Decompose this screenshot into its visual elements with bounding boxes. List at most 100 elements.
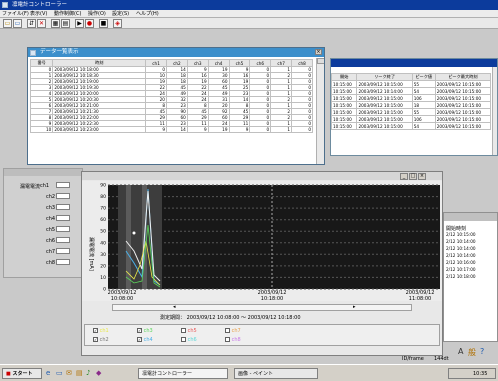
status-text: ID/frame	[402, 356, 424, 362]
column-header[interactable]: ch5	[228, 59, 251, 67]
legend-item-ch5[interactable]: ch5	[181, 328, 197, 334]
menu-control[interactable]: 動作制御(C)	[54, 11, 81, 17]
connect-icon[interactable]: ⇵	[27, 19, 36, 28]
column-header[interactable]: ch2	[165, 59, 188, 67]
quick-launch-app-icon[interactable]: ◆	[96, 369, 101, 377]
column-header[interactable]: ch1	[145, 59, 167, 67]
ch5-label: ch5	[46, 227, 56, 233]
data-list-scrollbar[interactable]	[316, 58, 324, 164]
taskbar: ■ スタート e ▭ ✉ ▤ ♪ ◆ 凛電計コントローラー 画像 - ペイント …	[0, 364, 498, 381]
legend-item-ch6[interactable]: ch6	[181, 337, 197, 343]
open-icon[interactable]: ▭	[3, 19, 12, 28]
ch6-field[interactable]	[56, 237, 70, 243]
task-controller[interactable]: 凛電計コントローラー	[138, 368, 228, 379]
maximize-icon[interactable]: □	[409, 173, 417, 180]
ch4-field[interactable]	[56, 215, 70, 221]
dictionary-icon[interactable]: 般	[468, 347, 476, 358]
minimize-icon[interactable]: _	[400, 173, 408, 180]
menu-operation[interactable]: 操作(O)	[88, 11, 106, 17]
menu-settings[interactable]: 設定(S)	[112, 11, 129, 17]
scroll-left-icon[interactable]: ◂	[173, 305, 176, 310]
ch3-field[interactable]	[56, 204, 70, 210]
quick-launch-music-icon[interactable]: ♪	[86, 369, 90, 377]
table-cell: 10:15:00	[331, 87, 358, 95]
ch5-field[interactable]	[56, 226, 70, 232]
close-icon[interactable]: ×	[315, 49, 322, 55]
close-graph-icon[interactable]: ×	[418, 173, 426, 180]
list-item[interactable]: 2/12 10:15:00	[446, 232, 476, 237]
play-icon[interactable]: ▶	[75, 19, 84, 28]
column-header[interactable]: リーク終了	[356, 73, 413, 81]
y-tick-label: 50	[100, 229, 106, 235]
list-item[interactable]: 2/12 10:17:00	[446, 267, 476, 272]
legend-item-ch4[interactable]: ✓ ch4	[137, 337, 153, 343]
table-cell: 2003/09/12 10:15:00	[356, 108, 413, 116]
stop-icon[interactable]: ■	[99, 19, 108, 28]
y-tick-label: 90	[100, 183, 106, 189]
legend-item-ch1[interactable]: ✓ ch1	[93, 328, 109, 334]
graph-window: _ □ × 漏電電流 [mA] 90 80 70 60 50 40 30 20 10 0 2003…	[81, 171, 443, 356]
task-paint[interactable]: 画像 - ペイント	[234, 368, 318, 379]
table-row[interactable]: 10:15:00 2003/09/12 10:15:00 106 2003/09/12…	[331, 115, 492, 123]
list-item[interactable]: 2/12 10:18:00	[446, 274, 476, 279]
column-header[interactable]: ch4	[207, 59, 230, 67]
disconnect-icon[interactable]: ✕	[37, 19, 46, 28]
ch4-label: ch4	[46, 216, 56, 222]
quick-launch-mail-icon[interactable]: ✉	[66, 369, 72, 377]
summary-window: 開始 リーク終了 ピーク値 ピーク最大時刻 10:15:00 2003/09/12 10…	[330, 58, 498, 156]
summary-scrollbar[interactable]	[492, 67, 497, 155]
list-item[interactable]: 2/12 10:14:00	[446, 253, 476, 258]
save-icon[interactable]: ▭	[13, 19, 22, 28]
record-icon[interactable]: ●	[85, 19, 94, 28]
list-item[interactable]: 2/12 10:14:00	[446, 239, 476, 244]
help-icon[interactable]: ?	[480, 347, 484, 356]
list-item[interactable]: 2/12 10:16:00	[446, 260, 476, 265]
table-cell: 9	[228, 126, 251, 133]
scroll-up-icon[interactable]	[317, 58, 324, 64]
table-row[interactable]: 10:15:00 2003/09/12 10:15:00 54 2003/09/12 …	[331, 122, 492, 130]
column-header[interactable]: 番号	[29, 59, 54, 67]
quick-launch-folder-icon[interactable]: ▤	[76, 369, 83, 377]
table-row[interactable]: 10:15:00 2003/09/12 10:15:00 18 2003/09/12 …	[331, 101, 492, 109]
ch1-field[interactable]	[56, 182, 70, 188]
table-row[interactable]: 10:15:00 2003/09/12 10:15:00 106 2003/09/12…	[331, 94, 492, 102]
chart-icon[interactable]: ◈	[113, 19, 122, 28]
grid-icon[interactable]: ▦	[51, 19, 60, 28]
data-table: 番号 時刻 ch1 ch2 ch3 ch4 ch5 ch6 ch7 ch8 0 2003/09/12…	[29, 59, 313, 133]
table-row[interactable]: 10:15:00 2003/09/12 10:15:00 55 2003/09/12 …	[331, 80, 492, 88]
column-header[interactable]: ch8	[291, 59, 313, 67]
ch7-field[interactable]	[56, 248, 70, 254]
start-button[interactable]: ■ スタート	[2, 368, 42, 379]
legend-label: ch6	[186, 337, 197, 343]
legend-item-ch2[interactable]: ✓ ch2	[93, 337, 109, 343]
quick-launch-ie-icon[interactable]: e	[46, 369, 50, 377]
table-row[interactable]: 10:15:00 2003/09/12 10:14:00 54 2003/09/12 …	[331, 87, 492, 95]
legend-item-ch8[interactable]: ch8	[225, 337, 241, 343]
list-icon[interactable]: ▤	[61, 19, 70, 28]
time-list-header: 開始時刻	[446, 226, 467, 232]
column-header[interactable]: ピーク値	[411, 73, 436, 81]
column-header[interactable]: 時刻	[52, 59, 147, 67]
column-header[interactable]: ch3	[186, 59, 209, 67]
legend-item-ch3[interactable]: ✓ ch3	[137, 328, 153, 334]
list-item[interactable]: 2/12 10:14:00	[446, 246, 476, 251]
menu-view[interactable]: 表示(V)	[30, 11, 47, 17]
table-row[interactable]: 10:15:00 2003/09/12 10:15:00 55 2003/09/12 …	[331, 108, 492, 116]
series-marker	[132, 231, 136, 235]
quick-launch-desktop-icon[interactable]: ▭	[56, 369, 63, 377]
ch2-field[interactable]	[56, 193, 70, 199]
column-header[interactable]: ch6	[249, 59, 272, 67]
ch8-field[interactable]	[56, 259, 70, 265]
column-header[interactable]: 開始	[331, 73, 358, 81]
column-header[interactable]: ch7	[270, 59, 293, 67]
column-header[interactable]: ピーク最大時刻	[434, 73, 492, 81]
menu-file[interactable]: ファイル(F)	[2, 11, 29, 17]
table-row[interactable]: 10 2003/09/12 10:23:00 9 14 9 19 9 0 1 0	[29, 126, 313, 133]
app-title: 凛電計コントローラー	[12, 2, 68, 8]
graph-scrollbar[interactable]: ◂ ▸	[112, 304, 412, 311]
data-list-title: データ一覧表示	[40, 49, 79, 55]
ime-icon[interactable]: A	[458, 347, 463, 356]
legend-item-ch7[interactable]: ch7	[225, 328, 241, 334]
scroll-right-icon[interactable]: ▸	[353, 305, 356, 310]
menu-help[interactable]: ヘルプ(H)	[136, 11, 159, 17]
